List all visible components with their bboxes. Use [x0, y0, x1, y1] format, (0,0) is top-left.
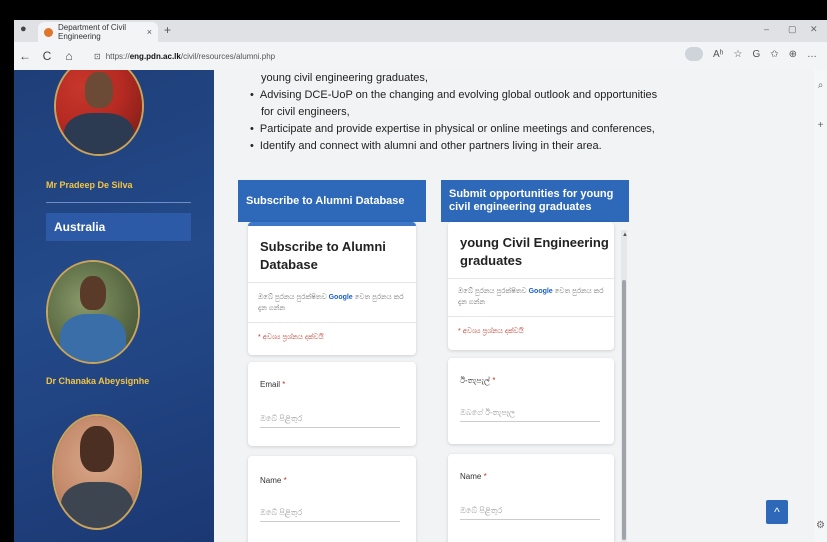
bullet-line: young civil engineering graduates, — [261, 72, 428, 84]
main-content: young civil engineering graduates, Advis… — [214, 70, 814, 542]
divider — [46, 202, 191, 203]
person-photo-3 — [52, 414, 142, 530]
maximize-button[interactable]: ▢ — [788, 24, 797, 35]
name-question-card: Name * ඔබේ පිළිතුර — [248, 456, 416, 542]
opportunities-form-card: young Civil Engineering graduates ඔබේ පුර… — [448, 222, 614, 350]
collections-icon[interactable]: ⊕ — [789, 49, 797, 60]
name-label: Name * — [260, 476, 287, 485]
favorite-icon[interactable]: ☆ — [733, 49, 742, 60]
name-label: Name * — [460, 472, 487, 481]
bullet-line: for civil engineers, — [261, 106, 350, 118]
divider — [248, 282, 416, 283]
back-to-top-button[interactable]: ^ — [766, 500, 788, 524]
name-input[interactable]: ඔබේ පිළිතුර — [460, 506, 600, 520]
nav-bar: ← C ⌂ ⊡ https://eng.pdn.ac.lk/civil/reso… — [14, 42, 827, 70]
g-extension-icon[interactable]: G — [752, 49, 760, 60]
close-window-button[interactable]: ✕ — [810, 24, 818, 35]
email-input[interactable]: ඔබගේ ඊ-තැපෑල — [460, 408, 600, 422]
alumni-sidebar: Mr Pradeep De Silva Australia Dr Chanaka… — [14, 70, 214, 542]
form-title: young Civil Engineering graduates — [460, 235, 609, 268]
page-viewport: Mr Pradeep De Silva Australia Dr Chanaka… — [14, 70, 814, 542]
form-scrollbar[interactable] — [621, 230, 627, 542]
email-label: Email * — [260, 380, 286, 389]
email-question-card: Email * ඔබේ පිළිතුර — [248, 362, 416, 446]
address-bar[interactable]: ⊡ https://eng.pdn.ac.lk/civil/resources/… — [88, 46, 608, 66]
refresh-button[interactable]: C — [36, 49, 58, 63]
new-tab-button[interactable]: + — [164, 23, 171, 37]
email-label: ඊ-තැපැල් * — [460, 376, 496, 385]
sign-in-note: ඔබේ පුරනය පුරක්ෂිතව Google වෙත පුරනය කර … — [458, 288, 604, 306]
home-button[interactable]: ⌂ — [58, 49, 80, 63]
profile-icon[interactable]: ● — [20, 23, 27, 35]
tab-bar: ● Department of Civil Engineering × + – … — [14, 20, 827, 42]
email-input[interactable]: ඔබේ පිළිතුර — [260, 414, 400, 428]
name-question-card: Name * ඔබේ පිළිතුර — [448, 454, 614, 542]
back-button[interactable]: ← — [14, 49, 36, 63]
card-accent — [248, 222, 416, 226]
person-photo-2 — [46, 260, 140, 364]
email-question-card: ඊ-තැපැල් * ඔබගේ ඊ-තැපෑල — [448, 358, 614, 444]
add-icon[interactable]: + — [814, 120, 827, 131]
subscribe-form-card: Subscribe to Alumni Database ඔබේ පුරනය පු… — [248, 222, 416, 355]
bullet-line: Advising DCE-UoP on the changing and evo… — [250, 87, 657, 104]
tab-close-icon[interactable]: × — [147, 27, 152, 37]
form-scrollbar-thumb[interactable] — [622, 280, 626, 540]
toolbar-icons: Aʰ ☆ G ✩ ⊕ … — [684, 47, 817, 61]
scroll-up-icon[interactable]: ▲ — [622, 232, 628, 238]
favicon-icon — [44, 27, 53, 37]
bullet-list: young civil engineering graduates, Advis… — [250, 70, 657, 155]
divider — [248, 322, 416, 323]
browser-side-rail: ⌕ + ⚙ — [814, 70, 827, 542]
subscribe-header[interactable]: Subscribe to Alumni Database — [238, 180, 426, 222]
bullet-line: Identify and connect with alumni and oth… — [250, 138, 650, 155]
more-icon[interactable]: … — [807, 49, 817, 60]
required-note: * අවශ්‍ය ප්‍රශ්නය දක්වයි — [458, 328, 524, 335]
name-input[interactable]: ඔබේ පිළිතුර — [260, 508, 400, 522]
favorites-icon[interactable]: ✩ — [770, 49, 778, 60]
url-text: https://eng.pdn.ac.lk/civil/resources/al… — [105, 51, 276, 61]
google-link[interactable]: Google — [329, 294, 353, 301]
person-name: Mr Pradeep De Silva — [46, 180, 133, 190]
country-label[interactable]: Australia — [46, 213, 191, 241]
sign-in-note: ඔබේ පුරනය පුරක්ෂිතව Google වෙත පුරනය කර … — [258, 294, 404, 312]
form-title: Subscribe to Alumni Database — [260, 239, 386, 272]
person-name: Dr Chanaka Abeysignhe — [46, 376, 150, 386]
lock-icon: ⊡ — [94, 51, 101, 61]
tab-title: Department of Civil Engineering — [58, 23, 127, 41]
google-link[interactable]: Google — [529, 288, 553, 295]
browser-tab[interactable]: Department of Civil Engineering × — [38, 22, 158, 42]
settings-icon[interactable]: ⚙ — [814, 520, 827, 531]
divider — [448, 278, 614, 279]
minimize-button[interactable]: – — [764, 24, 769, 34]
required-note: * අවශ්‍ය ප්‍රශ්නය දක්වයි — [258, 334, 324, 341]
bullet-line: Participate and provide expertise in phy… — [250, 121, 655, 138]
submit-opportunities-header[interactable]: Submit opportunities for young civil eng… — [441, 180, 629, 222]
person-photo-1 — [54, 70, 144, 156]
reader-view-icon[interactable] — [684, 47, 703, 61]
search-icon[interactable]: ⌕ — [814, 80, 827, 91]
read-aloud-icon[interactable]: Aʰ — [713, 49, 724, 60]
browser-chrome: ● Department of Civil Engineering × + – … — [14, 20, 827, 70]
divider — [448, 316, 614, 317]
